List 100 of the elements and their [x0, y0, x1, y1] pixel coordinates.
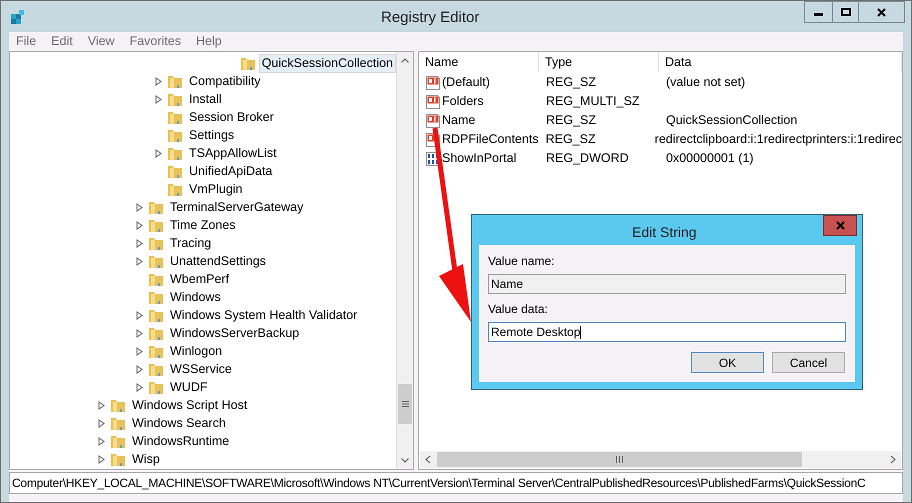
tree-item[interactable]: Windows System Health Validator [167, 306, 360, 324]
value-data-label: Value data: [488, 301, 549, 318]
scroll-down-icon[interactable] [401, 458, 409, 463]
folder-icon [110, 397, 126, 413]
tree-item[interactable]: UnifiedApiData [186, 162, 276, 180]
expand-arrow-icon[interactable] [136, 346, 143, 356]
value-name[interactable]: Name [442, 111, 476, 130]
close-icon [877, 8, 886, 16]
value-name[interactable]: ShowInPortal [442, 149, 516, 168]
dialog-button[interactable]: OK [691, 352, 764, 373]
tree-item[interactable]: Windows [167, 288, 224, 306]
horizontal-scrollbar[interactable] [420, 451, 901, 468]
close-icon [836, 221, 844, 230]
tree-item[interactable]: UnattendSettings [167, 252, 269, 270]
expand-arrow-icon[interactable] [136, 238, 143, 248]
expand-arrow-icon[interactable] [136, 202, 143, 212]
tree-item[interactable]: Winlogon [167, 342, 226, 360]
menu-item[interactable]: File [16, 32, 36, 51]
folder-icon [167, 91, 183, 107]
vertical-scrollbar[interactable] [396, 52, 413, 469]
expand-arrow-icon[interactable] [98, 400, 105, 410]
value-name-field[interactable]: Name [488, 274, 846, 294]
value-type: REG_SZ [544, 131, 597, 148]
menu-item[interactable]: View [88, 32, 115, 51]
string-value-icon [426, 76, 440, 90]
folder-icon [148, 253, 164, 269]
folder-icon [148, 361, 164, 377]
value-type: REG_DWORD [545, 150, 630, 168]
expand-arrow-icon[interactable] [155, 94, 162, 104]
string-value-icon [426, 114, 440, 128]
dialog-button[interactable]: Cancel [772, 352, 845, 373]
expand-arrow-icon[interactable] [98, 436, 105, 446]
expand-arrow-icon[interactable] [136, 328, 143, 338]
folder-icon [167, 181, 183, 197]
tree-item[interactable]: WSService [167, 360, 235, 378]
value-data: redirectclipboard:i:1redirectprinters:i:1redirec [654, 131, 902, 148]
tree-item[interactable]: Compatibility [186, 72, 264, 90]
column-header[interactable]: Type [539, 52, 659, 72]
value-type: REG_SZ [545, 74, 598, 92]
value-name[interactable]: (Default) [442, 73, 490, 92]
tree-item[interactable]: VmPlugin [186, 180, 246, 198]
maximize-button[interactable] [833, 1, 859, 23]
tree-item[interactable]: QuickSessionCollection [258, 54, 396, 72]
status-bar: Computer\HKEY_LOCAL_MACHINE\SOFTWARE\Microsoft\Windows NT\CurrentVersion\Terminal Server\CentralPublishedResources\PublishedFarms\QuickSessionC [9, 472, 903, 494]
folder-icon [110, 451, 126, 467]
tree-item[interactable]: TerminalServerGateway [167, 198, 306, 216]
tree-item[interactable]: Settings [186, 126, 238, 144]
folder-icon [167, 109, 183, 125]
menu-item[interactable]: Edit [51, 32, 73, 51]
value-type: REG_MULTI_SZ [545, 93, 641, 110]
dialog-close-button[interactable] [823, 215, 857, 236]
tree-item[interactable]: Install [186, 90, 225, 108]
folder-icon [148, 343, 164, 359]
tree-item[interactable]: Tracing [167, 234, 214, 252]
minimize-button[interactable] [804, 1, 833, 23]
expand-arrow-icon[interactable] [136, 310, 143, 320]
value-name-label: Value name: [488, 253, 556, 270]
tree-item[interactable]: Windows Search [129, 414, 229, 432]
menu-item[interactable]: Help [196, 32, 222, 51]
tree-item[interactable]: WindowsRuntime [129, 432, 232, 450]
value-name[interactable]: Folders [442, 92, 484, 111]
grip-icon [402, 401, 408, 407]
column-header[interactable]: Name [419, 52, 539, 72]
value-data: (value not set) [665, 74, 746, 92]
value-data: 0x00000001 (1) [665, 150, 754, 168]
folder-icon [148, 289, 164, 305]
tree-item[interactable]: WbemPerf [167, 270, 232, 288]
value-name[interactable]: RDPFileContents [442, 130, 539, 149]
value-data-field[interactable]: Remote Desktop [488, 322, 846, 342]
folder-icon [148, 307, 164, 323]
expand-arrow-icon[interactable] [98, 418, 105, 428]
tree-item[interactable]: Wisp [129, 450, 163, 468]
dialog-title: Edit String [632, 223, 697, 242]
scroll-up-icon[interactable] [401, 58, 409, 63]
tree-item[interactable]: Windows Script Host [129, 396, 250, 414]
folder-icon [167, 73, 183, 89]
close-button[interactable] [859, 1, 905, 23]
tree-item[interactable]: TSAppAllowList [186, 144, 280, 162]
window-title: Registry Editor [381, 8, 480, 28]
expand-arrow-icon[interactable] [136, 382, 143, 392]
menu-item[interactable]: Favorites [130, 32, 181, 51]
tree-item[interactable]: WUDF [167, 378, 210, 396]
tree-item[interactable]: Session Broker [186, 108, 277, 126]
expand-arrow-icon[interactable] [136, 220, 143, 230]
folder-icon [240, 55, 256, 71]
tree-item[interactable]: WindowsServerBackup [167, 324, 302, 342]
expand-arrow-icon[interactable] [98, 454, 105, 464]
folder-icon [167, 145, 183, 161]
expand-arrow-icon[interactable] [136, 256, 143, 266]
column-header[interactable]: Data [659, 52, 902, 72]
expand-arrow-icon[interactable] [136, 364, 143, 374]
string-value-icon [426, 94, 440, 108]
expand-arrow-icon[interactable] [155, 148, 162, 158]
expand-arrow-icon[interactable] [155, 76, 162, 86]
folder-icon [148, 325, 164, 341]
folder-icon [148, 199, 164, 215]
grip-icon [616, 456, 623, 463]
folder-icon [110, 433, 126, 449]
folder-icon [167, 127, 183, 143]
tree-item[interactable]: Time Zones [167, 216, 239, 234]
